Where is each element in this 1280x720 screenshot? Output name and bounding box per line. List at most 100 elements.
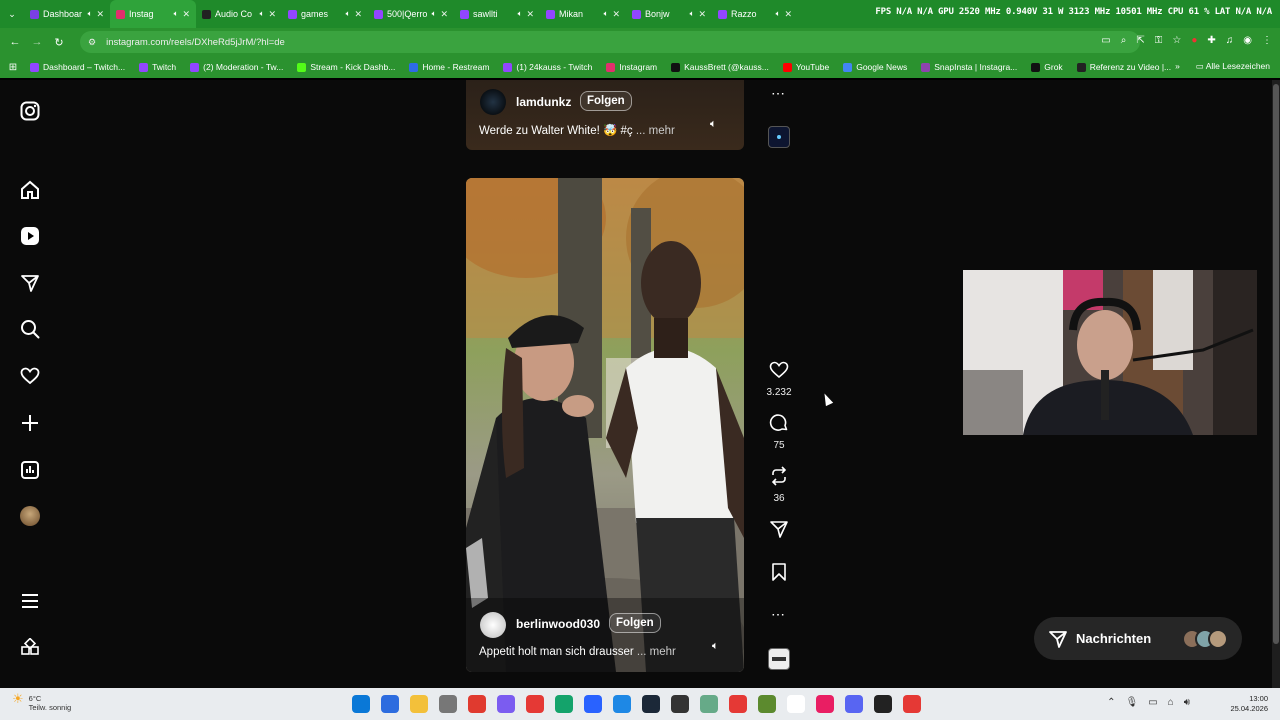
taskbar-app-icon[interactable] (903, 695, 921, 713)
like-button[interactable]: 3.232 (766, 360, 792, 398)
taskbar-app-icon[interactable] (352, 695, 370, 713)
taskbar-app-icon[interactable] (497, 695, 515, 713)
taskbar-app-icon[interactable] (874, 695, 892, 713)
tab-close-icon[interactable]: ✕ (96, 9, 104, 20)
url-bar[interactable]: ⚙ instagram.com/reels/DXheRd5jJrM/?hl=de (80, 31, 1140, 53)
scrollbar-thumb[interactable] (1273, 84, 1279, 644)
tab-close-icon[interactable]: ✕ (440, 9, 448, 20)
save-button[interactable] (766, 562, 792, 587)
also-from-meta-icon[interactable] (19, 637, 41, 659)
taskbar-app-icon[interactable] (526, 695, 544, 713)
browser-tab[interactable]: Mikan 🔈︎ ✕ (540, 0, 626, 28)
browser-tab[interactable]: sawllti 🔈︎ ✕ (454, 0, 540, 28)
taskbar-app-icon[interactable] (642, 695, 660, 713)
bookmark-item[interactable]: Instagram (606, 62, 657, 72)
browser-tab[interactable]: games 🔈︎ ✕ (282, 0, 368, 28)
tab-audio-icon[interactable]: 🔈︎ (174, 9, 179, 19)
bookmarks-more[interactable]: » (1175, 61, 1180, 72)
repost-button[interactable]: 36 (766, 466, 792, 504)
bookmark-item[interactable]: Home - Restream (409, 62, 489, 72)
zoom-icon[interactable]: ⌕ (1121, 35, 1127, 46)
bookmark-item[interactable]: Referenz zu Video |... (1076, 62, 1171, 72)
home-icon[interactable] (19, 179, 41, 201)
taskbar-app-icon[interactable] (584, 695, 602, 713)
browser-tab[interactable]: Audio Co 🔈︎ ✕ (196, 0, 282, 28)
reel-author-avatar[interactable] (480, 89, 506, 115)
direct-send-icon[interactable] (19, 272, 41, 294)
page-scrollbar[interactable] (1272, 80, 1280, 688)
taskbar-app-icon[interactable] (758, 695, 776, 713)
volume-icon[interactable]: 🔊︎ (1184, 697, 1190, 708)
tab-audio-icon[interactable]: 🔈︎ (346, 9, 351, 19)
tab-close-icon[interactable]: ✕ (354, 9, 362, 20)
reel-username[interactable]: berlinwood030 (516, 617, 600, 631)
install-icon[interactable]: ⇱ (1136, 35, 1144, 46)
volume-icon[interactable]: 🔈︎ (710, 118, 717, 131)
share-button[interactable] (766, 519, 792, 544)
password-icon[interactable]: ⚿ (1155, 35, 1163, 46)
browser-tab[interactable]: Instag 🔈︎ ✕ (110, 0, 196, 28)
all-bookmarks-folder[interactable]: ▭ Alle Lesezeichen (1196, 61, 1270, 72)
taskbar-app-icon[interactable] (468, 695, 486, 713)
reels-icon[interactable] (19, 225, 41, 247)
menu-kebab-icon[interactable]: ⋮ (1262, 35, 1272, 46)
volume-icon[interactable]: 🔈︎ (712, 640, 719, 653)
tab-audio-icon[interactable]: 🔈︎ (776, 9, 781, 19)
clock[interactable]: 13:00 25.04.2026 (1230, 694, 1268, 714)
taskbar-app-icon[interactable] (700, 695, 718, 713)
cast-icon[interactable]: ▭ (1101, 35, 1110, 46)
previous-reel[interactable]: lamdunkz Folgen Werde zu Walter White! 🤯… (466, 80, 744, 150)
dashboard-icon[interactable] (19, 459, 41, 481)
taskbar-app-icon[interactable] (381, 695, 399, 713)
tab-close-icon[interactable]: ✕ (784, 9, 792, 20)
browser-tab[interactable]: Razzo 🔈︎ ✕ (712, 0, 798, 28)
tray-chevron-icon[interactable]: ⌃ (1107, 697, 1115, 708)
bookmark-item[interactable]: Grok (1031, 62, 1063, 72)
tab-audio-icon[interactable]: 🔈︎ (260, 9, 265, 19)
taskbar-app-icon[interactable] (787, 695, 805, 713)
tab-audio-icon[interactable]: 🔈︎ (690, 9, 695, 19)
taskbar-app-icon[interactable] (555, 695, 573, 713)
reel-caption[interactable]: Appetit holt man sich drausser ... mehr (479, 646, 676, 658)
tab-close-icon[interactable]: ✕ (698, 9, 706, 20)
comment-button[interactable]: 75 (766, 413, 792, 451)
back-icon[interactable]: ← (4, 36, 26, 48)
taskbar-app-icon[interactable] (671, 695, 689, 713)
tab-close-icon[interactable]: ✕ (268, 9, 276, 20)
reload-icon[interactable]: ↻ (48, 36, 70, 49)
apps-grid-icon[interactable]: ⊞ (0, 62, 26, 73)
tab-search-chevron-icon[interactable]: ⌄ (0, 9, 24, 20)
forward-icon[interactable]: → (26, 36, 48, 48)
mic-icon[interactable]: 🎙︎ (1125, 697, 1138, 708)
extensions-icon[interactable]: ✚ (1207, 35, 1215, 46)
bookmark-item[interactable]: (1) 24kauss - Twitch (503, 62, 592, 72)
bookmark-item[interactable]: (2) Moderation - Tw... (190, 62, 283, 72)
bookmark-item[interactable]: Stream - Kick Dashb... (297, 62, 395, 72)
network-icon[interactable]: ⌂ (1168, 697, 1174, 708)
tab-close-icon[interactable]: ✕ (526, 9, 534, 20)
media-icon[interactable]: ♫ (1226, 35, 1234, 46)
adblock-icon[interactable]: ● (1191, 35, 1197, 46)
taskbar-app-icon[interactable] (410, 695, 428, 713)
tab-audio-icon[interactable]: 🔈︎ (518, 9, 523, 19)
browser-tab[interactable]: Dashboar 🔈︎ ✕ (24, 0, 110, 28)
more-options-icon[interactable]: ⋯ (771, 85, 785, 102)
tab-audio-icon[interactable]: 🔈︎ (88, 9, 93, 19)
follow-button[interactable]: Folgen (580, 91, 632, 111)
bookmark-item[interactable]: Dashboard – Twitch... (30, 62, 125, 72)
more-menu-icon[interactable] (19, 590, 41, 612)
profile-avatar[interactable]: ◉ (1243, 35, 1252, 46)
weather-widget[interactable]: ☀ 6°C Teilw. sonnig (12, 692, 71, 712)
site-info-icon[interactable]: ⚙ (88, 37, 96, 48)
notifications-heart-icon[interactable] (19, 365, 41, 387)
create-plus-icon[interactable] (19, 412, 41, 434)
browser-tab[interactable]: 500|Qerro 🔈︎ ✕ (368, 0, 454, 28)
tab-close-icon[interactable]: ✕ (182, 9, 190, 20)
more-options-icon[interactable]: ⋯ (771, 606, 785, 623)
display-icon[interactable]: ▭ (1148, 697, 1157, 708)
current-reel-video[interactable]: berlinwood030 Folgen Appetit holt man si… (466, 178, 744, 672)
reel-caption-more[interactable]: ... mehr (637, 646, 676, 658)
reel-caption[interactable]: Werde zu Walter White! 🤯 #ç ... mehr (479, 123, 675, 137)
bookmark-item[interactable]: Twitch (139, 62, 176, 72)
audio-thumbnail[interactable] (768, 648, 790, 670)
